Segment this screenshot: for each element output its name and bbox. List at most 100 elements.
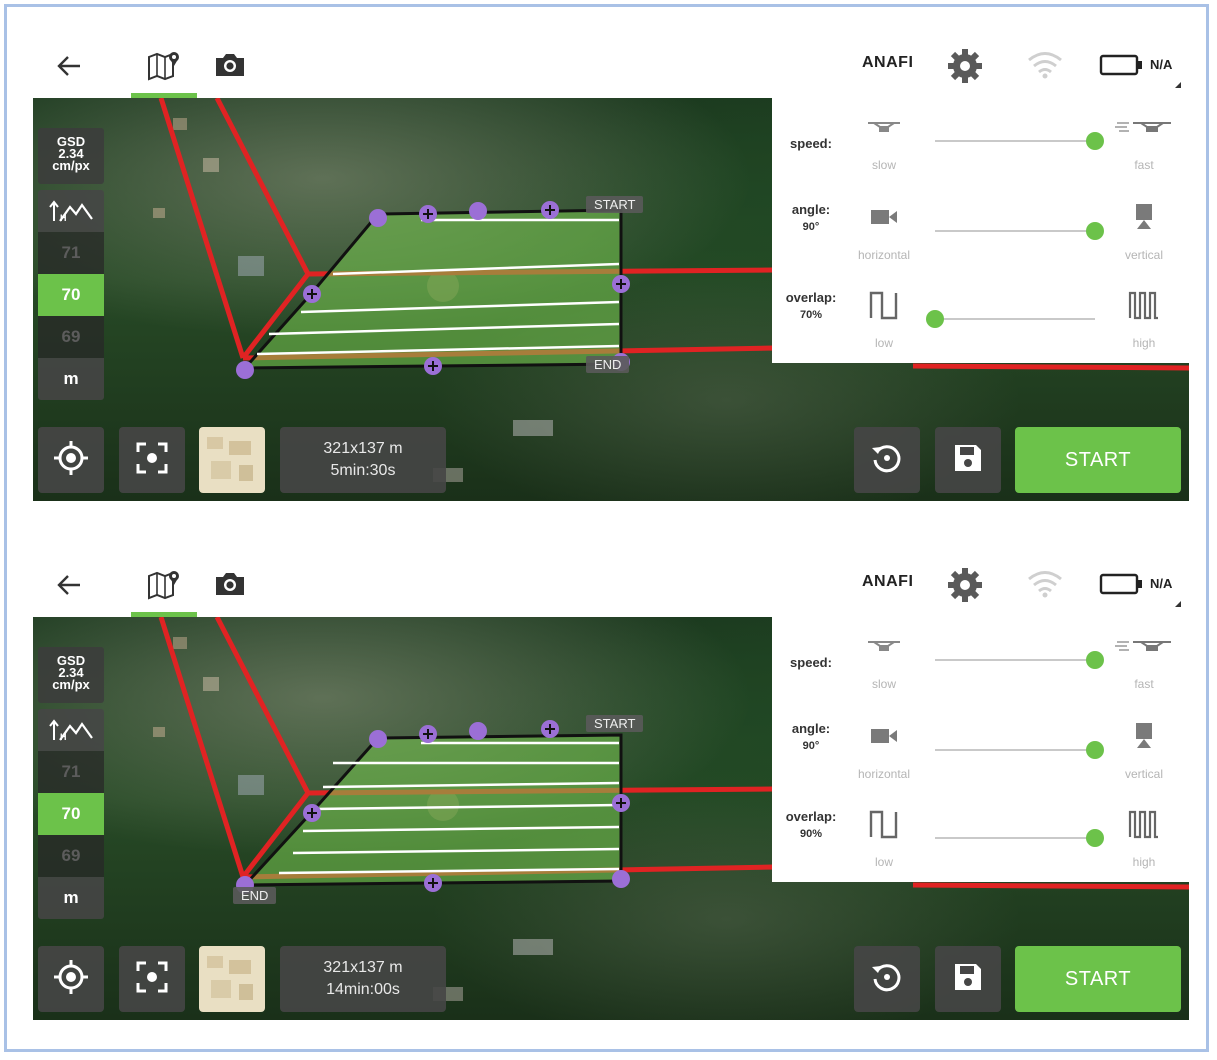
save-button[interactable] xyxy=(935,427,1001,493)
fast-drone-icon xyxy=(1114,112,1174,142)
locate-button[interactable] xyxy=(38,427,104,493)
angle-slider-knob[interactable] xyxy=(1086,222,1104,240)
angle-setting: angle: 90° horizontal vertical xyxy=(772,188,1189,274)
map-icon[interactable] xyxy=(145,48,183,82)
angle-value: 90° xyxy=(802,221,820,233)
altitude-selector[interactable]: H 71 70 69 m xyxy=(38,709,104,919)
overlap-slider-knob[interactable] xyxy=(926,310,944,328)
overlap-low-caption: low xyxy=(874,855,893,869)
end-marker-label: END xyxy=(233,887,277,904)
altitude-option-selected[interactable]: 70 xyxy=(38,793,104,835)
angle-slider-track[interactable] xyxy=(935,749,1095,751)
start-mission-button[interactable]: START xyxy=(1015,427,1181,493)
mission-area-size: 321x137 m xyxy=(323,959,403,976)
gear-icon[interactable] xyxy=(945,565,985,605)
wifi-icon xyxy=(1025,567,1065,601)
waypoint-handle[interactable] xyxy=(236,361,254,379)
battery-icon xyxy=(1099,52,1143,78)
overlap-slider-track[interactable] xyxy=(935,837,1095,839)
map-thumbnail[interactable] xyxy=(199,946,265,1012)
overlap-slider-knob[interactable] xyxy=(1086,829,1104,847)
speed-setting: speed: slow fast xyxy=(772,98,1189,184)
overlap-high-caption: high xyxy=(1132,336,1156,350)
waypoint-handle[interactable] xyxy=(369,730,387,748)
top-bar: ANAFI N/A xyxy=(33,34,1189,98)
waypoint-handle[interactable] xyxy=(612,870,630,888)
horizontal-camera-icon xyxy=(860,721,908,751)
speed-low-caption: slow xyxy=(871,677,896,691)
speed-slider-track[interactable] xyxy=(935,659,1095,661)
overlap-high-caption: high xyxy=(1132,855,1156,869)
mission-info: 321x137 m 14min:00s xyxy=(280,946,446,1012)
horizontal-camera-icon xyxy=(860,202,908,232)
low-overlap-icon xyxy=(860,809,908,839)
vertical-camera-icon xyxy=(1114,721,1174,751)
altitude-unit: m xyxy=(38,877,104,919)
reset-button[interactable] xyxy=(854,427,920,493)
mission-duration: 5min:30s xyxy=(330,462,396,479)
map-icon[interactable] xyxy=(145,567,183,601)
angle-high-caption: vertical xyxy=(1124,248,1163,262)
high-overlap-icon xyxy=(1114,809,1174,839)
speed-slider-track[interactable] xyxy=(935,140,1095,142)
gear-icon[interactable] xyxy=(945,46,985,86)
camera-icon[interactable] xyxy=(213,50,247,80)
overlap-slider-track[interactable] xyxy=(935,318,1095,320)
save-button[interactable] xyxy=(935,946,1001,1012)
start-mission-button[interactable]: START xyxy=(1015,946,1181,1012)
altitude-option-selected[interactable]: 70 xyxy=(38,274,104,316)
flight-plan-screen-2: ANAFI N/A START END GSD 2.34 cm/px H 71 … xyxy=(33,553,1189,1020)
top-bar: ANAFI N/A xyxy=(33,553,1189,617)
overlap-setting: overlap: 70% low high xyxy=(772,276,1189,362)
altitude-option-below[interactable]: 69 xyxy=(38,835,104,877)
battery-status: N/A xyxy=(1150,57,1173,72)
waypoint-handle[interactable] xyxy=(369,209,387,227)
camera-icon[interactable] xyxy=(213,569,247,599)
save-icon xyxy=(952,961,984,998)
back-arrow-icon[interactable] xyxy=(53,569,85,601)
focus-icon xyxy=(135,441,169,480)
overlap-label: overlap: 90% xyxy=(780,809,842,840)
slow-drone-icon xyxy=(860,112,908,142)
locate-button[interactable] xyxy=(38,946,104,1012)
overlap-value: 90% xyxy=(799,828,823,840)
flight-settings-panel: speed: slow fast angle: 90° horizontal v… xyxy=(772,98,1189,363)
angle-label: angle: 90° xyxy=(780,202,842,233)
start-marker-label: START xyxy=(586,715,644,732)
altitude-selector[interactable]: H 71 70 69 m xyxy=(38,190,104,400)
altitude-option-above[interactable]: 71 xyxy=(38,232,104,274)
reset-button[interactable] xyxy=(854,946,920,1012)
end-marker-label: END xyxy=(586,356,630,373)
mission-duration: 14min:00s xyxy=(326,981,400,998)
focus-area-button[interactable] xyxy=(119,427,185,493)
overlap-value: 70% xyxy=(799,309,823,321)
drone-model-label: ANAFI xyxy=(862,573,914,590)
angle-slider-track[interactable] xyxy=(935,230,1095,232)
angle-slider-knob[interactable] xyxy=(1086,741,1104,759)
map-thumbnail[interactable] xyxy=(199,427,265,493)
altitude-option-below[interactable]: 69 xyxy=(38,316,104,358)
angle-high-caption: vertical xyxy=(1124,767,1163,781)
waypoint-handle[interactable] xyxy=(469,202,487,220)
back-arrow-icon[interactable] xyxy=(53,50,85,82)
overlap-label: overlap: 70% xyxy=(780,290,842,321)
battery-status: N/A xyxy=(1150,576,1173,591)
overlap-low-caption: low xyxy=(874,336,893,350)
target-icon xyxy=(52,439,90,482)
target-icon xyxy=(52,958,90,1001)
battery-icon xyxy=(1099,571,1143,597)
altitude-option-above[interactable]: 71 xyxy=(38,751,104,793)
speed-label: speed: xyxy=(790,136,832,151)
speed-setting: speed: slow fast xyxy=(772,617,1189,703)
vertical-camera-icon xyxy=(1114,202,1174,232)
speed-slider-knob[interactable] xyxy=(1086,651,1104,669)
focus-area-button[interactable] xyxy=(119,946,185,1012)
flight-plan-screen-1: ANAFI N/A START END GSD 2.34 cm/px H 71 … xyxy=(33,34,1189,501)
gsd-unit: cm/px xyxy=(52,158,90,173)
waypoint-handle[interactable] xyxy=(469,722,487,740)
drone-model-label: ANAFI xyxy=(862,54,914,71)
gsd-unit: cm/px xyxy=(52,677,90,692)
speed-slider-knob[interactable] xyxy=(1086,132,1104,150)
terrain-icon: H xyxy=(38,709,104,751)
gsd-indicator: GSD 2.34 cm/px xyxy=(38,647,104,703)
